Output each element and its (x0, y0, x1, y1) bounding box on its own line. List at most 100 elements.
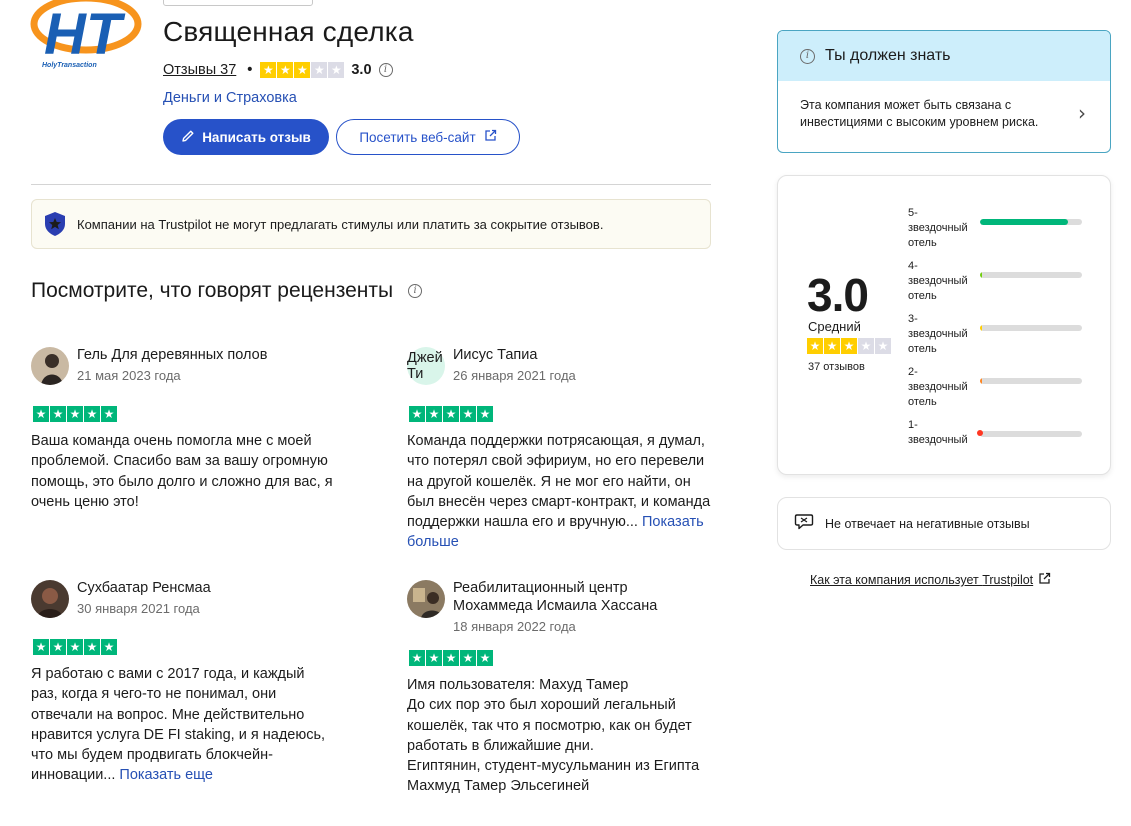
rating-meta-row: Отзывы 37 • ★ ★ ★ ★ ★ 3.0 i (163, 60, 393, 80)
avatar[interactable]: Джей Ти (407, 347, 445, 385)
star-icon: ★ (477, 650, 493, 666)
section-title-text: Посмотрите, что говорят рецензенты (31, 279, 394, 302)
should-know-text: Эта компания может быть связана с инвест… (800, 98, 1039, 129)
review-body: Ваша команда очень помогла мне с моей пр… (31, 433, 333, 510)
trustpilot-notice: Компании на Trustpilot не могут предлага… (31, 199, 711, 249)
how-uses-prefix: Как эта компания использует (810, 573, 983, 587)
avatar[interactable] (31, 347, 69, 385)
info-icon[interactable]: i (408, 284, 423, 298)
review-stars: ★ ★ ★ ★ ★ (33, 639, 331, 655)
star-icon: ★ (101, 406, 117, 422)
should-know-card[interactable]: i Ты должен знать Эта компания может быт… (777, 30, 1111, 153)
separator-dot: • (247, 62, 253, 78)
reviews-count-link[interactable]: Отзывы 37 (163, 62, 236, 78)
avatar[interactable] (31, 580, 69, 618)
distribution-bar (980, 272, 1082, 278)
write-review-button[interactable]: Написать отзыв (163, 119, 329, 155)
review-card: Реабилитационный центр Мохаммеда Исмаила… (407, 580, 711, 797)
reviewer-name[interactable]: Иисус Тапиа (453, 346, 576, 364)
review-date: 21 мая 2023 года (77, 368, 181, 383)
star-icon: ★ (84, 639, 100, 655)
notice-brand: Trustpilot (158, 216, 212, 232)
distribution-fill (980, 325, 983, 331)
write-review-label: Написать отзыв (202, 129, 311, 145)
distribution-bar (980, 219, 1082, 225)
should-know-header: i Ты должен знать (778, 31, 1110, 81)
visit-website-label: Посетить веб-сайт (359, 129, 476, 145)
distribution-fill (980, 219, 1068, 225)
external-link-icon (1038, 572, 1051, 588)
header-divider (31, 184, 711, 185)
header-stars: ★ ★ ★ ★ ★ (260, 62, 345, 78)
star-icon: ★ (328, 62, 345, 78)
review-stars: ★ ★ ★ ★ ★ (409, 406, 711, 422)
notice-text-prefix: Компании на (77, 216, 155, 232)
star-icon: ★ (460, 650, 476, 666)
star-icon: ★ (426, 406, 442, 422)
star-icon: ★ (409, 406, 425, 422)
info-icon[interactable]: i (378, 63, 393, 77)
reviewers-section-title: Посмотрите, что говорят рецензенты i (31, 279, 423, 303)
summary-stars: ★ ★ ★ ★ ★ (807, 338, 891, 354)
star-icon: ★ (858, 338, 874, 354)
review-card: Джей Ти Иисус Тапиа 26 января 2021 года … (407, 347, 711, 553)
distribution-row-5[interactable]: 5- звездочный отель (908, 206, 1088, 254)
shield-star-icon (42, 210, 68, 238)
notice-text-suffix: не могут предлагать стимулы или платить … (214, 216, 604, 232)
distribution-label: 4- звездочный отель (908, 260, 968, 302)
star-icon: ★ (409, 650, 425, 666)
claimed-badge (163, 0, 313, 6)
no-reply-card: Не отвечает на негативные отзывы (777, 497, 1111, 550)
review-text: Имя пользователя: Махуд Тамер До сих пор… (407, 675, 711, 797)
distribution-row-4[interactable]: 4- звездочный отель (908, 259, 1088, 307)
show-more-link[interactable]: Показать еще (119, 767, 213, 783)
distribution-dot (977, 430, 983, 436)
reviewer-name[interactable]: Гель Для деревянных полов (77, 346, 267, 364)
review-body: Я работаю с вами с 2017 года, и каждый р… (31, 666, 326, 784)
distribution-label: 2- звездочный отель (908, 366, 968, 408)
star-icon: ★ (477, 406, 493, 422)
review-card: Гель Для деревянных полов 21 мая 2023 го… (31, 347, 341, 512)
external-link-icon (484, 129, 497, 145)
company-logo: HT HolyTransaction (30, 0, 142, 72)
company-title: Священная сделка (163, 16, 414, 47)
category-link[interactable]: Деньги и Страховка (163, 90, 297, 106)
review-text: Ваша команда очень помогла мне с моей пр… (31, 431, 341, 512)
distribution-bar (980, 325, 1082, 331)
distribution-label: 5- звездочный отель (908, 207, 968, 249)
review-text: Я работаю с вами с 2017 года, и каждый р… (31, 664, 331, 786)
rating-summary-card: 3.0 Средний ★ ★ ★ ★ ★ 37 отзывов 5- звез… (777, 175, 1111, 475)
distribution-bar (980, 378, 1082, 384)
distribution-row-3[interactable]: 3- звездочный отель (908, 312, 1088, 360)
distribution-row-2[interactable]: 2- звездочный отель (908, 365, 1088, 413)
summary-score: 3.0 (807, 269, 869, 321)
star-icon: ★ (294, 62, 311, 78)
pencil-icon (181, 129, 195, 146)
review-text: Команда поддержки потрясающая, я думал, … (407, 431, 711, 553)
star-icon: ★ (50, 406, 66, 422)
star-icon: ★ (426, 650, 442, 666)
review-stars: ★ ★ ★ ★ ★ (33, 406, 341, 422)
summary-label: Средний (808, 319, 861, 334)
distribution-row-1[interactable]: 1- звездочный (908, 418, 1088, 466)
visit-website-button[interactable]: Посетить веб-сайт (336, 119, 520, 155)
distribution-fill (980, 272, 983, 278)
chevron-right-icon[interactable]: › (1078, 103, 1086, 123)
how-company-uses-link[interactable]: Как эта компания использует Trustpilot (810, 572, 1051, 588)
star-icon: ★ (50, 639, 66, 655)
review-date: 30 января 2021 года (77, 601, 200, 616)
avatar[interactable] (407, 580, 445, 618)
star-icon: ★ (33, 406, 49, 422)
star-icon: ★ (277, 62, 294, 78)
star-icon: ★ (67, 639, 83, 655)
no-reply-text: Не отвечает на негативные отзывы (825, 516, 1030, 531)
review-date: 18 января 2022 года (453, 619, 576, 634)
star-icon: ★ (67, 406, 83, 422)
reviewer-name[interactable]: Реабилитационный центр Мохаммеда Исмаила… (453, 579, 711, 615)
review-body: Имя пользователя: Махуд Тамер До сих пор… (407, 677, 700, 795)
reviewer-name[interactable]: Сухбаатар Ренсмаа (77, 579, 211, 597)
star-icon: ★ (841, 338, 857, 354)
how-uses-brand: Trustpilot (982, 573, 1034, 587)
star-icon: ★ (33, 639, 49, 655)
distribution-bar (977, 430, 1082, 437)
